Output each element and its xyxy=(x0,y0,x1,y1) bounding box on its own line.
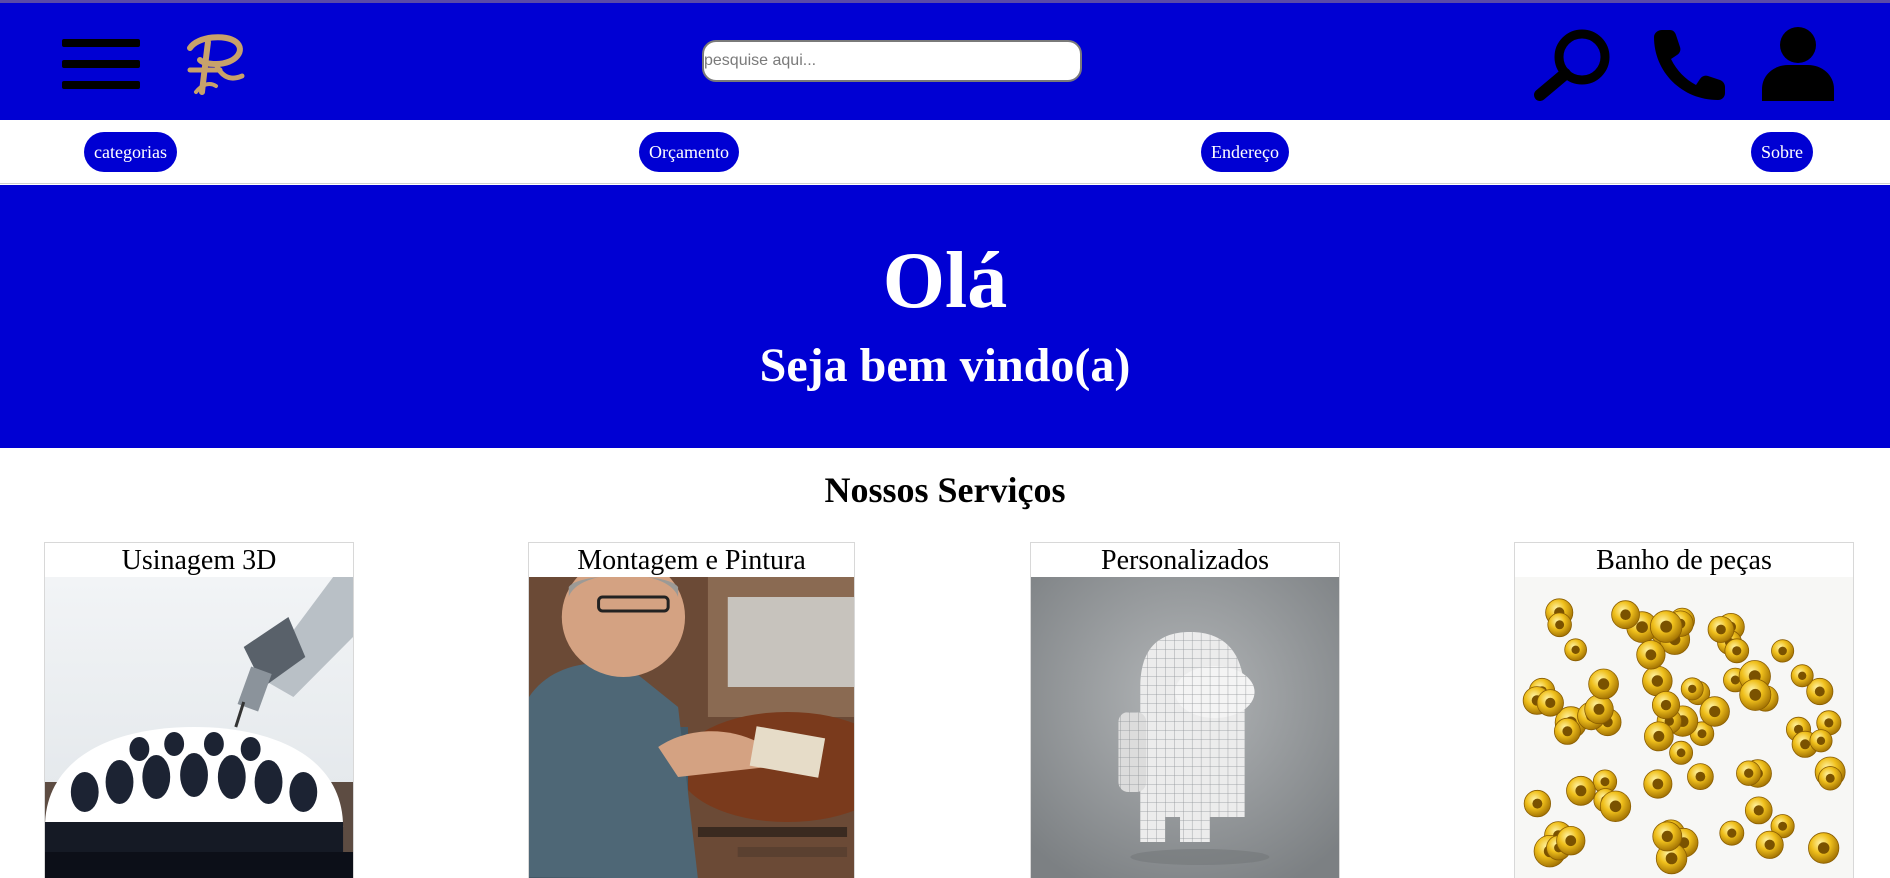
services-heading: Nossos Serviços xyxy=(824,470,1066,510)
user-icon[interactable] xyxy=(1760,25,1836,101)
nav-item-endereco[interactable]: Endereço xyxy=(1201,132,1289,172)
card-title: Banho de peças xyxy=(1596,545,1772,576)
card-title: Usinagem 3D xyxy=(121,545,277,576)
search-input[interactable] xyxy=(702,40,1082,82)
3d-model-image xyxy=(1031,577,1339,878)
hero-title: Olá xyxy=(882,237,1008,325)
nav-item-orcamento[interactable]: Orçamento xyxy=(639,132,739,172)
cnc-milling-image xyxy=(45,577,353,878)
menu-icon[interactable] xyxy=(62,39,140,89)
hero-subtitle: Seja bem vindo(a) xyxy=(759,339,1131,392)
gold-parts-image xyxy=(1515,577,1853,878)
craftsman-image xyxy=(529,577,854,878)
card-title: Montagem e Pintura xyxy=(577,545,806,576)
service-card-banho[interactable]: Banho de peças xyxy=(1514,542,1854,878)
phone-icon[interactable] xyxy=(1646,27,1726,101)
top-header xyxy=(0,3,1890,120)
hero-banner: Olá Seja bem vindo(a) xyxy=(0,185,1890,448)
card-title: Personalizados xyxy=(1101,545,1269,576)
nav-item-categorias[interactable]: categorias xyxy=(84,132,177,172)
service-card-usinagem[interactable]: Usinagem 3D xyxy=(44,542,354,878)
logo[interactable] xyxy=(176,30,248,98)
service-card-personalizados[interactable]: Personalizados xyxy=(1030,542,1340,878)
service-card-montagem[interactable]: Montagem e Pintura xyxy=(528,542,855,878)
category-nav: categorias Orçamento Endereço Sobre xyxy=(0,120,1890,184)
nav-item-sobre[interactable]: Sobre xyxy=(1751,132,1813,172)
search-icon[interactable] xyxy=(1532,27,1616,101)
